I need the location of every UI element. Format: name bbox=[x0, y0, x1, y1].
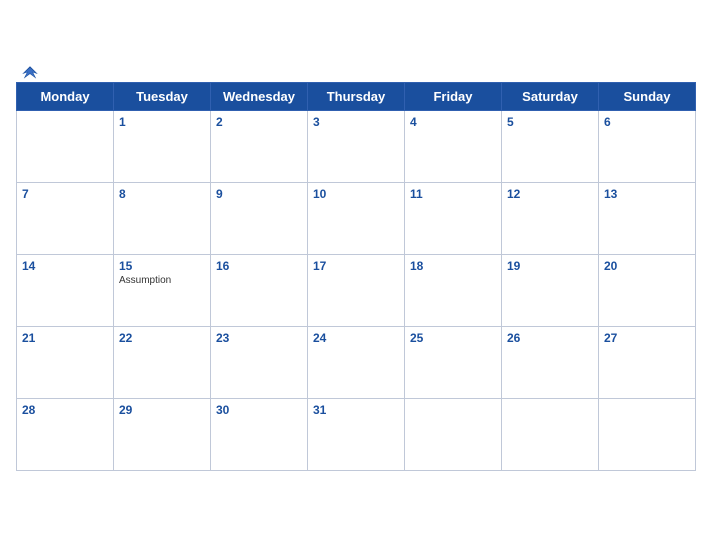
day-number: 20 bbox=[604, 259, 690, 273]
calendar-table: MondayTuesdayWednesdayThursdayFridaySatu… bbox=[16, 82, 696, 471]
calendar-cell: 23 bbox=[211, 326, 308, 398]
calendar-cell: 18 bbox=[405, 254, 502, 326]
calendar-cell bbox=[502, 398, 599, 470]
day-number: 2 bbox=[216, 115, 302, 129]
calendar-cell: 16 bbox=[211, 254, 308, 326]
calendar-cell: 9 bbox=[211, 182, 308, 254]
calendar-cell: 12 bbox=[502, 182, 599, 254]
day-number: 11 bbox=[410, 187, 496, 201]
day-number: 15 bbox=[119, 259, 205, 273]
calendar-cell bbox=[599, 398, 696, 470]
day-number: 14 bbox=[22, 259, 108, 273]
calendar-cell: 10 bbox=[308, 182, 405, 254]
day-number: 3 bbox=[313, 115, 399, 129]
calendar-week-row: 789 10 11 12 13 bbox=[17, 182, 696, 254]
calendar-wrapper: MondayTuesdayWednesdayThursdayFridaySatu… bbox=[0, 64, 712, 487]
day-number: 31 bbox=[313, 403, 399, 417]
calendar-cell: 30 bbox=[211, 398, 308, 470]
calendar-cell: 1 bbox=[114, 110, 211, 182]
calendar-cell: 26 bbox=[502, 326, 599, 398]
calendar-week-row: 28 29 30 31 bbox=[17, 398, 696, 470]
calendar-cell: 21 bbox=[17, 326, 114, 398]
weekday-header: Friday bbox=[405, 82, 502, 110]
calendar-cell: 22 bbox=[114, 326, 211, 398]
calendar-cell: 19 bbox=[502, 254, 599, 326]
day-number: 24 bbox=[313, 331, 399, 345]
calendar-cell: 24 bbox=[308, 326, 405, 398]
weekday-header: Monday bbox=[17, 82, 114, 110]
calendar-cell: 27 bbox=[599, 326, 696, 398]
calendar-cell: 17 bbox=[308, 254, 405, 326]
calendar-cell bbox=[17, 110, 114, 182]
weekday-header: Wednesday bbox=[211, 82, 308, 110]
day-number: 16 bbox=[216, 259, 302, 273]
day-number: 1 bbox=[119, 115, 205, 129]
weekday-header: Saturday bbox=[502, 82, 599, 110]
day-number: 9 bbox=[216, 187, 302, 201]
day-number: 18 bbox=[410, 259, 496, 273]
calendar-cell: 2 bbox=[211, 110, 308, 182]
calendar-cell: 4 bbox=[405, 110, 502, 182]
day-number: 23 bbox=[216, 331, 302, 345]
weekday-header: Thursday bbox=[308, 82, 405, 110]
day-number: 26 bbox=[507, 331, 593, 345]
day-number: 10 bbox=[313, 187, 399, 201]
calendar-cell: 5 bbox=[502, 110, 599, 182]
calendar-week-row: 21 22 23 24 25 26 27 bbox=[17, 326, 696, 398]
day-number: 22 bbox=[119, 331, 205, 345]
day-number: 17 bbox=[313, 259, 399, 273]
day-number: 27 bbox=[604, 331, 690, 345]
day-number: 4 bbox=[410, 115, 496, 129]
calendar-cell: 29 bbox=[114, 398, 211, 470]
calendar-cell: 28 bbox=[17, 398, 114, 470]
weekday-header-row: MondayTuesdayWednesdayThursdayFridaySatu… bbox=[17, 82, 696, 110]
day-number: 19 bbox=[507, 259, 593, 273]
calendar-cell: 15 Assumption bbox=[114, 254, 211, 326]
calendar-cell: 13 bbox=[599, 182, 696, 254]
day-number: 21 bbox=[22, 331, 108, 345]
day-number: 25 bbox=[410, 331, 496, 345]
calendar-cell: 8 bbox=[114, 182, 211, 254]
day-number: 30 bbox=[216, 403, 302, 417]
day-number: 29 bbox=[119, 403, 205, 417]
calendar-cell: 31 bbox=[308, 398, 405, 470]
calendar-cell: 25 bbox=[405, 326, 502, 398]
calendar-week-row: 123456 bbox=[17, 110, 696, 182]
day-number: 5 bbox=[507, 115, 593, 129]
day-number: 6 bbox=[604, 115, 690, 129]
day-number: 28 bbox=[22, 403, 108, 417]
weekday-header: Tuesday bbox=[114, 82, 211, 110]
calendar-cell: 6 bbox=[599, 110, 696, 182]
day-number: 8 bbox=[119, 187, 205, 201]
calendar-cell: 7 bbox=[17, 182, 114, 254]
calendar-cell bbox=[405, 398, 502, 470]
calendar-cell: 11 bbox=[405, 182, 502, 254]
day-number: 13 bbox=[604, 187, 690, 201]
logo-icon bbox=[16, 63, 44, 85]
calendar-cell: 20 bbox=[599, 254, 696, 326]
day-number: 12 bbox=[507, 187, 593, 201]
holiday-label: Assumption bbox=[119, 275, 205, 286]
weekday-header: Sunday bbox=[599, 82, 696, 110]
day-number: 7 bbox=[22, 187, 108, 201]
logo-area bbox=[16, 63, 47, 85]
calendar-week-row: 14 15 Assumption 16 17 18 19 20 bbox=[17, 254, 696, 326]
calendar-cell: 14 bbox=[17, 254, 114, 326]
calendar-cell: 3 bbox=[308, 110, 405, 182]
